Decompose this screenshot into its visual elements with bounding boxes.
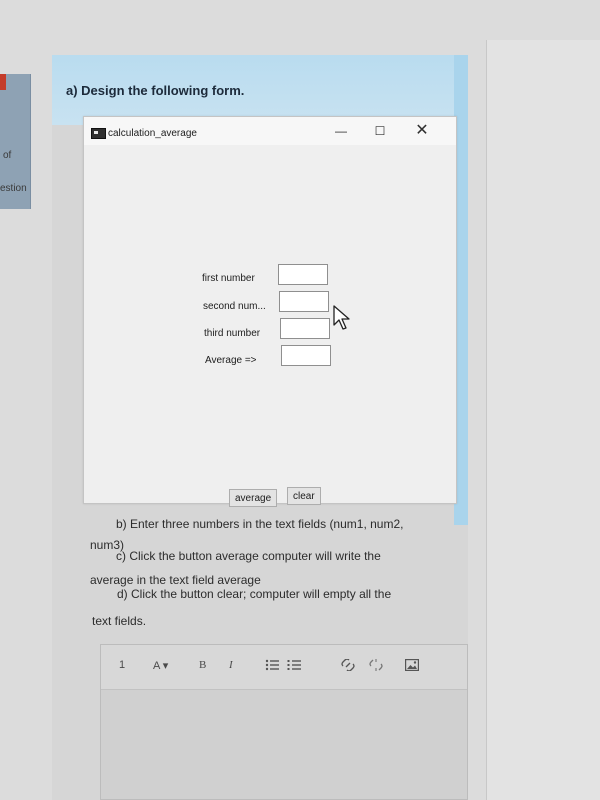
bold-button[interactable]: B bbox=[199, 659, 206, 671]
first-number-label: first number bbox=[202, 273, 255, 284]
unlink-icon[interactable] bbox=[369, 659, 383, 671]
insert-image-icon[interactable] bbox=[405, 659, 419, 671]
link-icon[interactable] bbox=[341, 659, 355, 671]
first-number-input[interactable] bbox=[278, 264, 328, 285]
left-sidebar: of estion bbox=[0, 74, 31, 209]
third-number-label: third number bbox=[204, 328, 261, 339]
instruction-b-line1: b) Enter three numbers in the text field… bbox=[116, 517, 404, 531]
average-button[interactable]: average bbox=[229, 489, 278, 507]
calculation-window: calculation_average — ☐ ✕ first number s… bbox=[83, 116, 457, 507]
sidebar-text-of: of bbox=[3, 150, 12, 161]
instruction-c-line1: c) Click the button average computer wil… bbox=[116, 549, 381, 563]
minimize-button[interactable]: — bbox=[327, 121, 355, 141]
instruction-d-line1: d) Click the button clear; computer will… bbox=[117, 587, 392, 601]
window-title-bar[interactable]: calculation_average — ☐ ✕ bbox=[84, 117, 456, 145]
paragraph-style-button[interactable]: 1 bbox=[119, 659, 125, 671]
instruction-d-line2: text fields. bbox=[92, 614, 147, 628]
font-color-button[interactable]: A ▾ bbox=[153, 659, 168, 672]
average-output-input[interactable] bbox=[281, 345, 331, 366]
answer-editor[interactable]: 1 A ▾ B I bbox=[100, 644, 468, 800]
mouse-pointer-icon bbox=[333, 305, 350, 330]
sidebar-text-question[interactable]: estion bbox=[0, 183, 27, 194]
maximize-button[interactable]: ☐ bbox=[366, 121, 394, 141]
app-window-icon bbox=[91, 128, 106, 139]
close-button[interactable]: ✕ bbox=[408, 121, 436, 141]
bullet-list-icon[interactable] bbox=[265, 659, 279, 671]
italic-button[interactable]: I bbox=[229, 659, 233, 671]
numbered-list-icon[interactable] bbox=[287, 659, 301, 671]
average-label: Average => bbox=[205, 355, 257, 366]
second-number-input[interactable] bbox=[279, 291, 329, 312]
question-heading: a) Design the following form. bbox=[66, 83, 245, 98]
window-title: calculation_average bbox=[108, 128, 197, 139]
sidebar-marker bbox=[0, 74, 6, 90]
second-number-label: second num... bbox=[203, 301, 266, 312]
editor-toolbar: 1 A ▾ B I bbox=[101, 645, 467, 690]
right-panel bbox=[486, 40, 600, 800]
instruction-c-line2: average in the text field average bbox=[90, 573, 261, 587]
third-number-input[interactable] bbox=[280, 318, 330, 339]
clear-button[interactable]: clear bbox=[287, 487, 321, 505]
